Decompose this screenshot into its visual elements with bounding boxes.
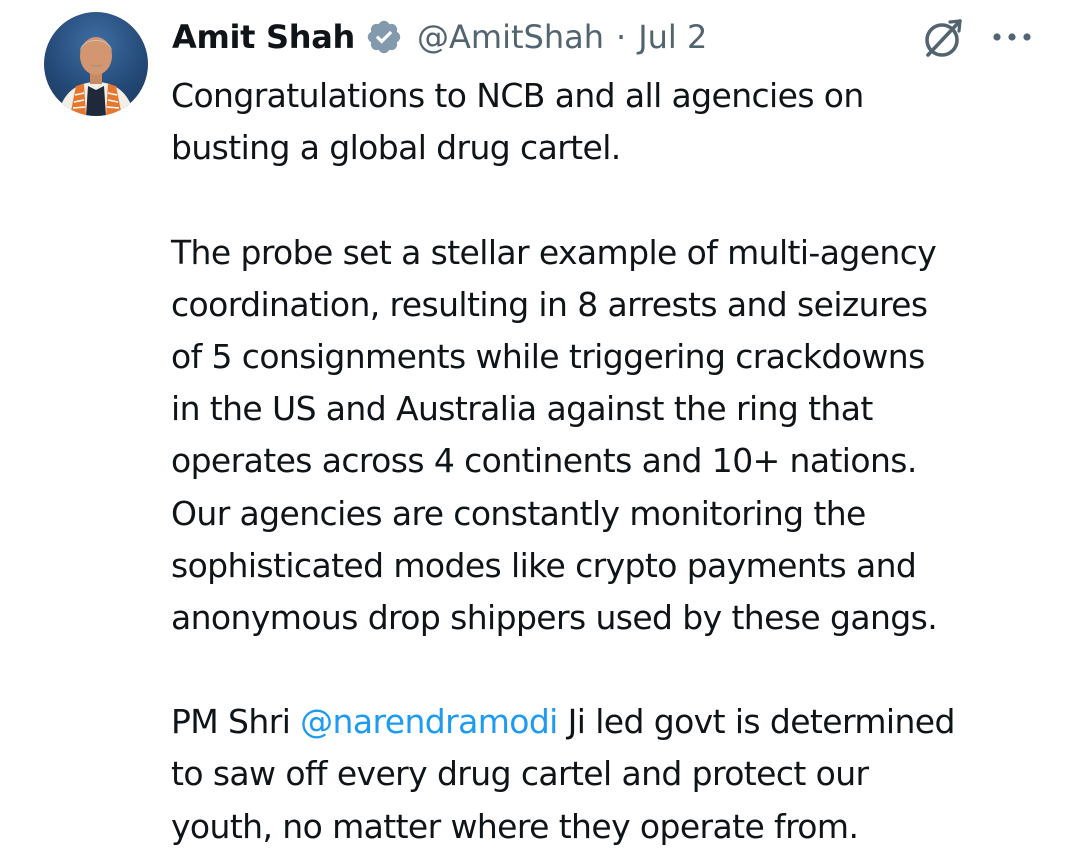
tweet-line: in the US and Australia against the ring… [171,389,873,429]
profile-photo-icon [58,37,134,116]
verified-badge-icon[interactable] [365,18,403,56]
mention-link[interactable]: @narendramodi [300,702,558,741]
tweet-line: operates across 4 continents and 10+ nat… [171,441,917,481]
separator-dot: · [616,18,627,56]
tweet-line: Congratulations to NCB and all agencies … [171,76,864,115]
more-options-icon[interactable] [990,28,1034,46]
avatar[interactable] [44,12,148,116]
tweet-line: to saw off every drug cartel and protect… [171,754,869,794]
tweet-header: Amit Shah @AmitShah · Jul 2 [172,12,707,62]
tweet-line-with-mention: PM Shri @narendramodi Ji led govt is det… [171,696,1071,748]
tweet-line: busting a global drug cartel. [171,128,621,168]
tweet-line: coordination, resulting in 8 arrests and… [171,284,928,324]
tweet-date[interactable]: Jul 2 [638,18,707,56]
tweet-line: anonymous drop shippers used by these ga… [171,597,938,637]
mention-prefix: PM Shri [171,702,301,742]
mention-suffix: Ji led govt is determined [557,702,956,742]
tweet-card[interactable]: Amit Shah @AmitShah · Jul 2 Congratulati… [0,0,1080,858]
tweet-line: youth, no matter where they operate from… [171,806,859,846]
author-name[interactable]: Amit Shah [172,18,355,56]
tweet-text: Congratulations to NCB and all agencies … [171,70,1071,853]
tweet-line: sophisticated modes like crypto payments… [171,545,917,585]
tweet-line: Our agencies are constantly monitoring t… [171,493,866,533]
tweet-line: of 5 consignments while triggering crack… [171,336,925,376]
tweet-line: The probe set a stellar example of multi… [171,232,937,272]
author-handle[interactable]: @AmitShah [417,18,604,56]
grok-icon[interactable] [920,14,968,62]
